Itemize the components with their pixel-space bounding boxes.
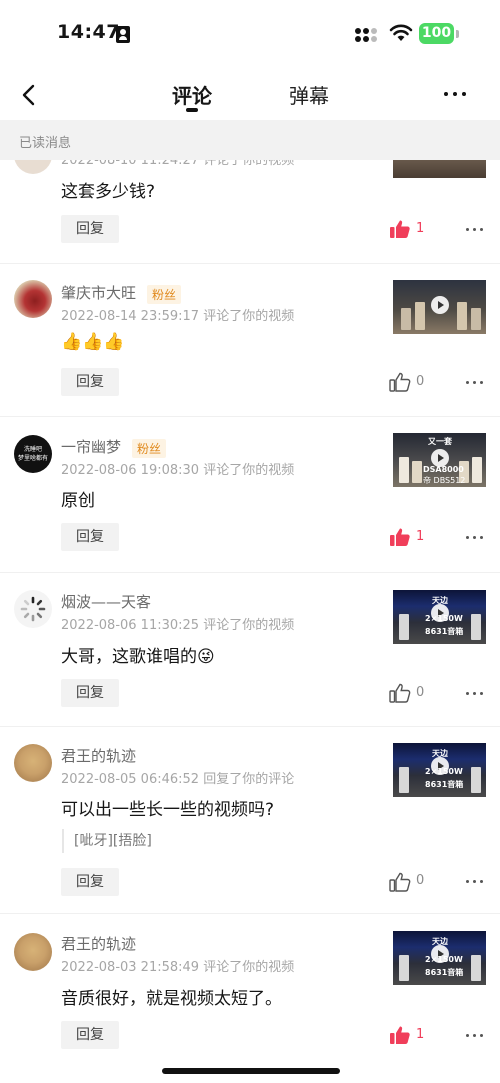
thumb-caption: 8631音箱 <box>425 627 464 636</box>
more-icon[interactable] <box>444 92 468 98</box>
comment-text: 大哥，这歌谁唱的😜 <box>61 647 215 667</box>
thumb-caption: 又一套 <box>428 437 452 446</box>
thumb-caption: DSA8000 <box>423 465 464 474</box>
avatar[interactable] <box>14 590 52 628</box>
comment-meta: 2022-08-06 19:08:30 评论了你的视频 <box>61 463 295 478</box>
cellular-signal-icon <box>355 26 381 44</box>
thumb-caption: 2×150W <box>425 955 463 964</box>
avatar[interactable] <box>14 280 52 318</box>
more-actions-icon[interactable] <box>466 536 484 540</box>
comment-meta: 2022-08-14 23:59:17 评论了你的视频 <box>61 309 295 324</box>
comment-item: 洗睡吧 梦里啥都有 一帘幽梦 粉丝 2022-08-06 19:08:30 评论… <box>0 417 500 572</box>
tab-danmaku[interactable]: 弹幕 <box>289 80 329 109</box>
comment-text: 原创 <box>61 491 95 511</box>
video-thumbnail[interactable]: 天边 2×150W 8631音箱 <box>393 743 486 797</box>
top-nav: 评论 弹幕 <box>0 66 500 120</box>
comment-text: 👍👍👍 <box>61 332 125 352</box>
reply-button[interactable]: 回复 <box>61 1021 119 1049</box>
video-thumbnail[interactable]: 天边 2×150W 8631音箱 <box>393 590 486 644</box>
username[interactable]: 君王的轨迹 <box>61 933 136 954</box>
thumbs-up-icon[interactable] <box>389 371 411 393</box>
home-indicator[interactable] <box>162 1068 340 1074</box>
video-thumbnail[interactable]: 天边 2×150W 8631音箱 <box>393 931 486 985</box>
tab-active-indicator <box>186 108 198 112</box>
thumb-caption: 8631音箱 <box>425 780 464 789</box>
loading-spinner-icon <box>20 596 46 622</box>
more-actions-icon[interactable] <box>466 692 484 696</box>
avatar-text: 梦里啥都有 <box>17 455 48 462</box>
battery-tip <box>456 30 459 38</box>
like-count: 0 <box>416 685 425 700</box>
avatar[interactable] <box>14 933 52 971</box>
thumbs-up-icon[interactable] <box>389 871 411 893</box>
username[interactable]: 一帘幽梦 <box>61 436 121 457</box>
reply-button[interactable]: 回复 <box>61 868 119 896</box>
read-messages-header: 已读消息 <box>0 120 500 160</box>
fan-badge: 粉丝 <box>132 439 167 458</box>
thumb-caption: 2×150W <box>425 767 463 776</box>
comment-meta: 2022-08-06 11:30:25 评论了你的视频 <box>61 618 295 633</box>
like-count: 1 <box>416 1027 425 1042</box>
username[interactable]: 烟波——天客 <box>61 591 151 612</box>
more-actions-icon[interactable] <box>466 228 484 232</box>
status-bar: 14:47 100 <box>0 0 500 66</box>
avatar[interactable] <box>14 744 52 782</box>
comment-item: 君王的轨迹 2022-08-05 06:46:52 回复了你的评论 可以出一些长… <box>0 727 500 913</box>
comment-text: 可以出一些长一些的视频吗? <box>61 800 275 820</box>
tab-comments[interactable]: 评论 <box>172 80 212 109</box>
comment-item: 肇庆市大旺 粉丝 2022-08-14 23:59:17 评论了你的视频 👍👍👍… <box>0 264 500 416</box>
username[interactable]: 君王的轨迹 <box>61 745 136 766</box>
back-icon[interactable] <box>16 82 42 108</box>
like-count: 0 <box>416 374 425 389</box>
wifi-icon <box>389 24 413 41</box>
more-actions-icon[interactable] <box>466 880 484 884</box>
thumbs-up-icon[interactable] <box>389 1024 411 1046</box>
video-thumbnail[interactable] <box>393 280 486 334</box>
avatar[interactable]: 洗睡吧 梦里啥都有 <box>14 435 52 473</box>
avatar[interactable] <box>14 160 52 174</box>
more-actions-icon[interactable] <box>466 381 484 385</box>
battery-indicator: 100 <box>419 23 454 44</box>
comment-list: 2022-08-10 11:24:27 评论了你的视频 这套多少钱? 回复 1 … <box>0 160 500 1083</box>
video-thumbnail[interactable] <box>393 160 486 178</box>
reply-button[interactable]: 回复 <box>61 523 119 551</box>
comment-item: 烟波——天客 2022-08-06 11:30:25 评论了你的视频 大哥，这歌… <box>0 573 500 726</box>
fan-badge: 粉丝 <box>147 285 182 304</box>
like-count: 1 <box>416 529 425 544</box>
thumb-caption: 2×150W <box>425 614 463 623</box>
status-time: 14:47 <box>57 21 120 43</box>
thumbs-up-icon[interactable] <box>389 682 411 704</box>
comment-meta: 2022-08-03 21:58:49 评论了你的视频 <box>61 960 295 975</box>
comment-meta: 2022-08-05 06:46:52 回复了你的评论 <box>61 772 295 787</box>
play-icon <box>431 296 449 314</box>
comment-meta: 2022-08-10 11:24:27 评论了你的视频 <box>61 160 295 168</box>
thumbs-up-icon[interactable] <box>389 526 411 548</box>
person-icon <box>116 26 130 43</box>
comment-item: 2022-08-10 11:24:27 评论了你的视频 这套多少钱? 回复 1 <box>0 160 500 263</box>
comment-text: 音质很好，就是视频太短了。 <box>61 989 282 1009</box>
thumb-caption: 8631音箱 <box>425 968 464 977</box>
reply-button[interactable]: 回复 <box>61 215 119 243</box>
comment-item: 君王的轨迹 2022-08-03 21:58:49 评论了你的视频 音质很好，就… <box>0 914 500 1083</box>
reply-button[interactable]: 回复 <box>61 679 119 707</box>
thumbs-up-icon[interactable] <box>389 218 411 240</box>
thumb-caption: 帝 DBS512 <box>423 476 466 485</box>
section-title: 已读消息 <box>19 136 72 151</box>
like-count: 0 <box>416 873 425 888</box>
username[interactable]: 肇庆市大旺 <box>61 282 136 303</box>
video-thumbnail[interactable]: 又一套 DSA8000 帝 DBS512 <box>393 433 486 487</box>
comment-text: 这套多少钱? <box>61 182 156 202</box>
quoted-comment: [呲牙][捂脸] <box>62 829 152 853</box>
more-actions-icon[interactable] <box>466 1034 484 1038</box>
avatar-text: 洗睡吧 <box>23 446 42 453</box>
reply-button[interactable]: 回复 <box>61 368 119 396</box>
like-count: 1 <box>416 221 425 236</box>
